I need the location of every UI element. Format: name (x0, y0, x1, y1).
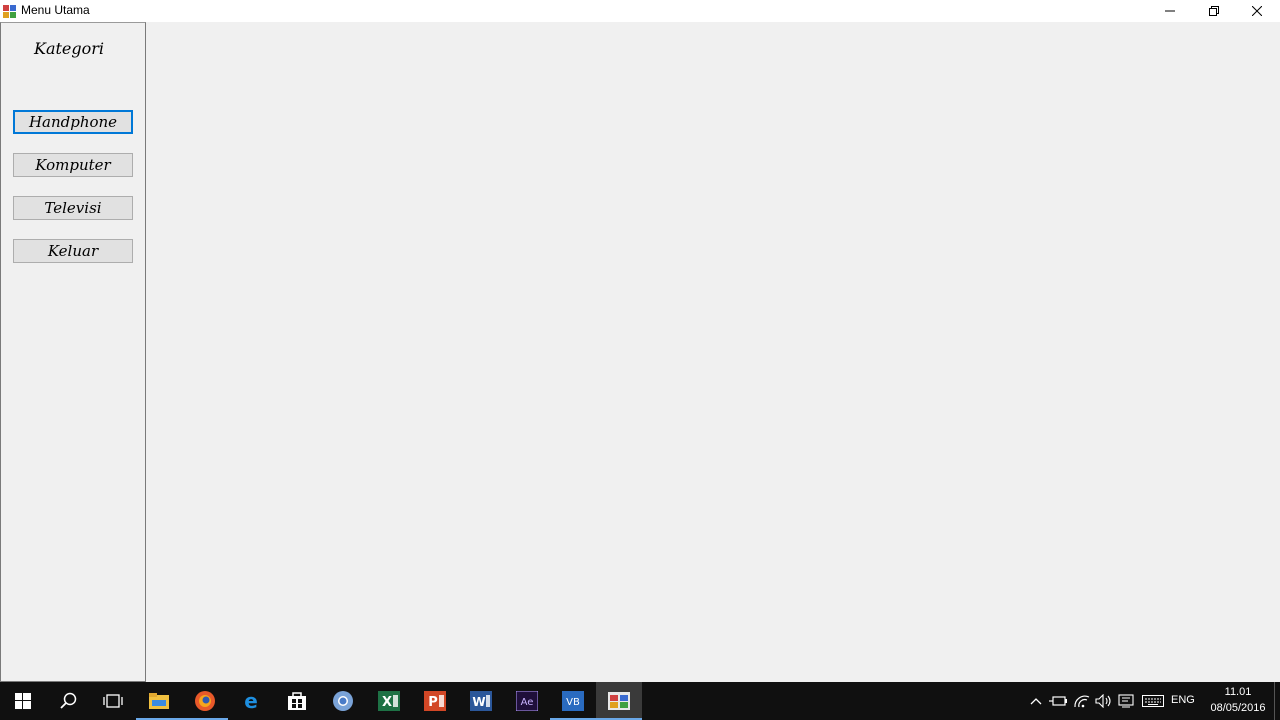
wifi-icon (1074, 695, 1090, 708)
chevron-up-icon (1030, 698, 1042, 705)
restore-icon (1209, 6, 1219, 16)
app-icon[interactable] (3, 4, 17, 18)
volume-button[interactable] (1095, 692, 1113, 710)
svg-text:W: W (472, 695, 485, 709)
category-title: Kategori (33, 39, 105, 58)
task-view-icon (103, 694, 123, 708)
category-panel: Kategori Handphone Komputer Televisi Kel… (0, 22, 146, 682)
volume-icon (1095, 694, 1111, 708)
chrome-icon (333, 691, 353, 711)
battery-button[interactable] (1049, 692, 1067, 710)
client-area: Kategori Handphone Komputer Televisi Kel… (0, 22, 1280, 682)
firefox-button[interactable] (182, 682, 228, 720)
visual-studio-icon: VB (562, 691, 584, 711)
close-icon (1252, 6, 1262, 16)
excel-icon: X (378, 691, 400, 711)
chrome-button[interactable] (320, 682, 366, 720)
search-button[interactable] (46, 682, 92, 720)
svg-text:Ae: Ae (521, 697, 534, 708)
powerpoint-icon: P (424, 691, 446, 711)
close-button[interactable] (1234, 0, 1280, 22)
show-desktop-button[interactable] (1274, 682, 1280, 720)
file-explorer-button[interactable] (136, 682, 182, 720)
svg-text:e: e (244, 690, 258, 712)
title-bar[interactable]: Menu Utama (0, 0, 1280, 22)
komputer-button[interactable]: Komputer (13, 153, 133, 177)
edge-icon: e (244, 690, 258, 712)
battery-icon (1049, 696, 1067, 706)
taskbar: e X P W Ae VB ENG 11.01 08/05/2016 (0, 682, 1280, 720)
task-view-button[interactable] (90, 682, 136, 720)
store-button[interactable] (274, 682, 320, 720)
after-effects-button[interactable]: Ae (504, 682, 550, 720)
minimize-icon (1165, 10, 1175, 12)
word-button[interactable]: W (458, 682, 504, 720)
keyboard-icon (1142, 695, 1164, 707)
clock-time[interactable]: 11.01 (1210, 686, 1266, 698)
after-effects-icon: Ae (516, 691, 538, 711)
televisi-button[interactable]: Televisi (13, 196, 133, 220)
svg-text:P: P (428, 695, 438, 710)
store-icon (288, 692, 306, 710)
keluar-button[interactable]: Keluar (13, 239, 133, 263)
svg-text:VB: VB (566, 697, 580, 708)
handphone-button[interactable]: Handphone (13, 110, 133, 134)
network-button[interactable] (1073, 692, 1091, 710)
search-icon (60, 692, 77, 709)
powerpoint-button[interactable]: P (412, 682, 458, 720)
touch-keyboard-button[interactable] (1141, 692, 1165, 710)
start-button[interactable] (0, 682, 46, 720)
file-explorer-icon (149, 693, 169, 709)
winforms-app-icon (608, 692, 630, 710)
winforms-app-button[interactable] (596, 682, 642, 720)
action-center-button[interactable] (1117, 692, 1135, 710)
word-icon: W (470, 691, 492, 711)
notification-icon (1118, 694, 1134, 708)
svg-text:X: X (382, 695, 392, 710)
input-language[interactable]: ENG (1171, 694, 1195, 706)
windows-start-icon (15, 693, 31, 709)
firefox-icon (195, 691, 215, 711)
excel-button[interactable]: X (366, 682, 412, 720)
visual-studio-button[interactable]: VB (550, 682, 596, 720)
clock-date[interactable]: 08/05/2016 (1206, 702, 1270, 714)
minimize-button[interactable] (1147, 0, 1193, 22)
edge-button[interactable]: e (228, 682, 274, 720)
show-hidden-icons-button[interactable] (1027, 692, 1045, 710)
window-title: Menu Utama (21, 3, 90, 17)
restore-button[interactable] (1191, 0, 1237, 22)
main-content-area (146, 22, 1280, 682)
